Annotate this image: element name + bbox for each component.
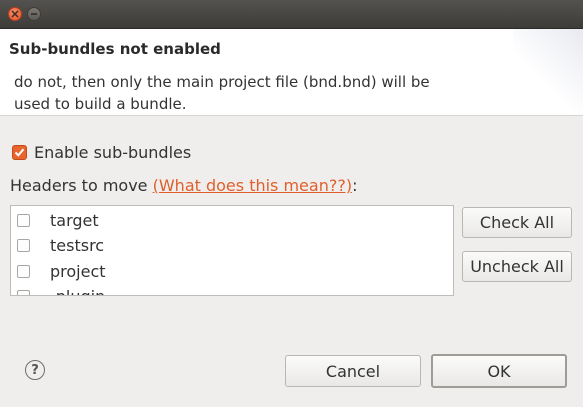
help-icon[interactable]: ? (25, 360, 45, 380)
headers-to-move-label: Headers to move (What does this mean??): (10, 176, 357, 195)
window-titlebar (0, 0, 583, 29)
uncheck-all-button[interactable]: Uncheck All (462, 251, 572, 282)
minimize-icon (31, 13, 37, 15)
headers-label-colon: : (352, 176, 358, 195)
list-item-label: testsrc (50, 235, 105, 255)
close-window-button[interactable] (8, 7, 22, 21)
close-icon (11, 10, 19, 18)
enable-sub-bundles-label: Enable sub-bundles (34, 143, 192, 162)
dialog-title: Sub-bundles not enabled (9, 40, 221, 58)
list-item-label: target (50, 210, 99, 230)
cancel-button[interactable]: Cancel (285, 355, 421, 387)
check-all-button[interactable]: Check All (462, 207, 572, 238)
headers-list[interactable]: target testsrc project -plugin (10, 205, 454, 296)
dialog-description: do not, then only the main project file … (14, 71, 430, 115)
header-decoration (513, 29, 583, 115)
description-line-2: used to build a bundle. (14, 95, 187, 113)
what-does-this-mean-link[interactable]: (What does this mean??) (153, 176, 352, 195)
item-checkbox[interactable] (17, 264, 30, 278)
item-checkbox[interactable] (17, 213, 30, 227)
list-item-label: project (50, 261, 106, 281)
enable-sub-bundles-row[interactable]: Enable sub-bundles (12, 143, 191, 162)
ok-button[interactable]: OK (431, 354, 567, 388)
checkmark-icon (14, 148, 25, 157)
item-checkbox[interactable] (17, 238, 30, 252)
headers-label-text: Headers to move (10, 176, 153, 195)
minimize-window-button[interactable] (27, 7, 41, 21)
item-checkbox[interactable] (17, 289, 30, 295)
description-line-1: do not, then only the main project file … (14, 73, 430, 91)
list-item-label: -plugin (50, 286, 106, 296)
dialog-header: Sub-bundles not enabled do not, then onl… (0, 29, 583, 116)
enable-sub-bundles-checkbox[interactable] (12, 145, 27, 160)
